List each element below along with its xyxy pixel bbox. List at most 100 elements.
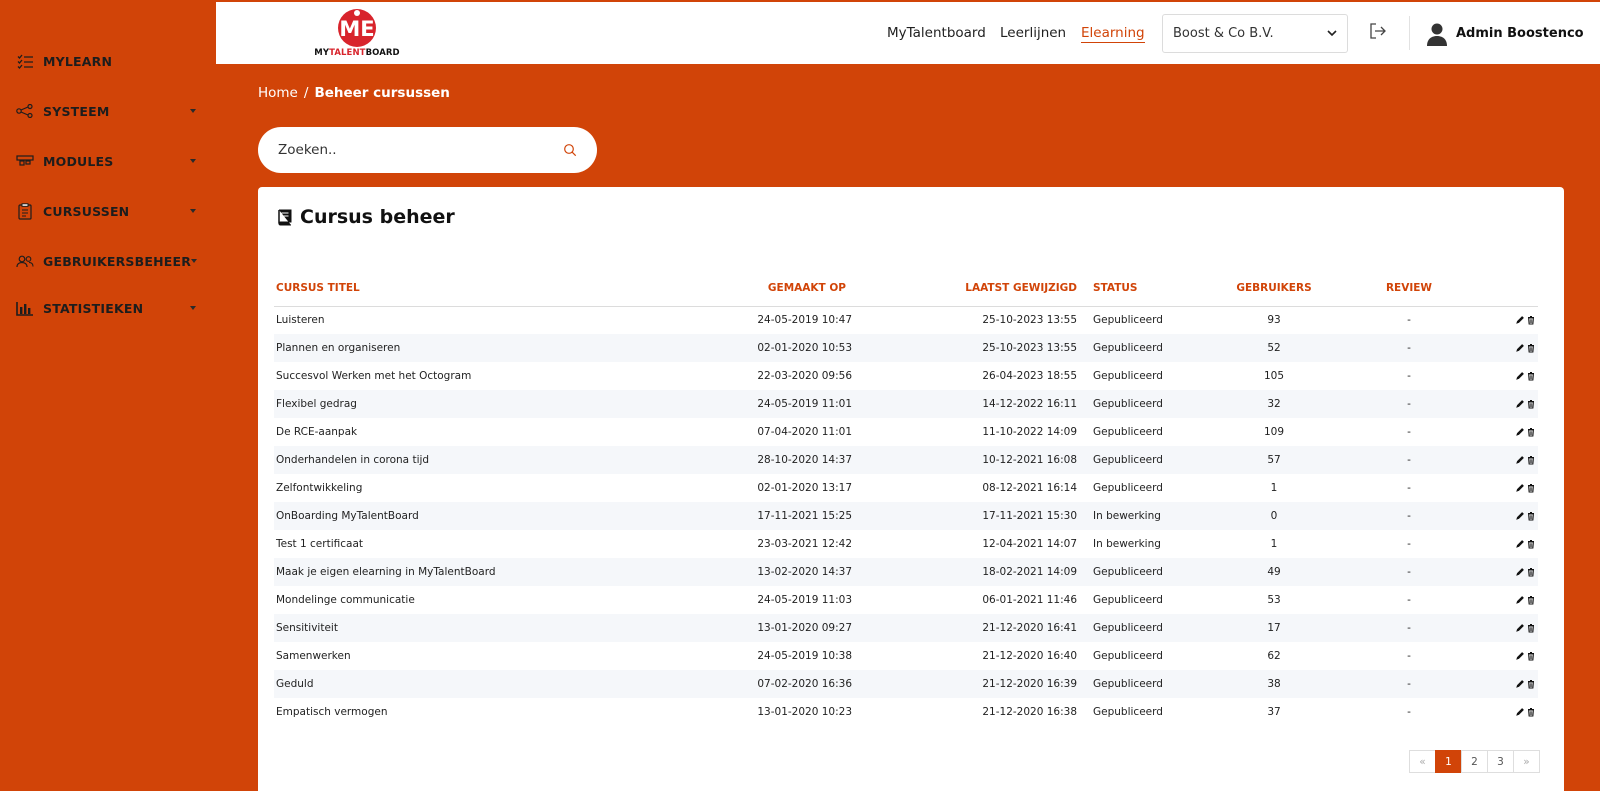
breadcrumb-home[interactable]: Home <box>258 85 298 101</box>
delete-icon[interactable] <box>1526 343 1536 353</box>
edit-icon[interactable] <box>1515 651 1525 661</box>
sidebar-item-mylearn[interactable]: MYLEARN <box>16 49 202 73</box>
chevron-down-icon <box>190 109 196 113</box>
delete-icon[interactable] <box>1526 623 1536 633</box>
delete-icon[interactable] <box>1526 511 1536 521</box>
nav-mytalentboard[interactable]: MyTalentboard <box>887 25 986 41</box>
cell-modified: 21-12-2020 16:41 <box>982 622 1077 634</box>
breadcrumb-current: Beheer cursussen <box>314 85 450 101</box>
cell-actions <box>1479 446 1538 474</box>
pagination-page-3[interactable]: 3 <box>1487 750 1514 773</box>
column-header-status[interactable]: STATUS <box>1079 282 1209 307</box>
cell-users: 1 <box>1270 538 1278 550</box>
avatar[interactable] <box>1426 22 1448 46</box>
cell-made: 24-05-2019 10:38 <box>757 650 852 662</box>
edit-icon[interactable] <box>1515 539 1525 549</box>
delete-icon[interactable] <box>1526 371 1536 381</box>
cell-status: Gepubliceerd <box>1093 342 1163 354</box>
edit-icon[interactable] <box>1515 511 1525 521</box>
table-row[interactable]: Geduld 07-02-2020 16:36 21-12-2020 16:39 Ge… <box>274 670 1538 698</box>
edit-icon[interactable] <box>1515 343 1525 353</box>
table-row[interactable]: De RCE-aanpak 07-04-2020 11:01 11-10-2022 … <box>274 418 1538 446</box>
edit-icon[interactable] <box>1515 567 1525 577</box>
table-row[interactable]: Plannen en organiseren 02-01-2020 10:53 25… <box>274 334 1538 362</box>
pagination-next[interactable]: » <box>1513 750 1540 773</box>
edit-icon[interactable] <box>1515 399 1525 409</box>
table-row[interactable]: Maak je eigen elearning in MyTalentBoard… <box>274 558 1538 586</box>
table-row[interactable]: Samenwerken 24-05-2019 10:38 21-12-2020 16… <box>274 642 1538 670</box>
table-row[interactable]: OnBoarding MyTalentBoard 17-11-2021 15:25… <box>274 502 1538 530</box>
pagination-page-1[interactable]: 1 <box>1435 750 1462 773</box>
delete-icon[interactable] <box>1526 399 1536 409</box>
sidebar-item-label: GEBRUIKERSBEHEER <box>43 253 192 269</box>
delete-icon[interactable] <box>1526 707 1536 717</box>
sidebar-item-cursussen[interactable]: CURSUSSEN <box>16 199 202 223</box>
edit-icon[interactable] <box>1515 623 1525 633</box>
table-row[interactable]: Luisteren 24-05-2019 10:47 25-10-2023 13:5… <box>274 306 1538 334</box>
cell-users: 57 <box>1267 454 1281 466</box>
cell-title: Flexibel gedrag <box>276 398 357 410</box>
edit-icon[interactable] <box>1515 315 1525 325</box>
edit-icon[interactable] <box>1515 707 1525 717</box>
cell-made: 24-05-2019 11:01 <box>757 398 852 410</box>
pagination-prev[interactable]: « <box>1409 750 1436 773</box>
table-row[interactable]: Sensitiviteit 13-01-2020 09:27 21-12-2020 … <box>274 614 1538 642</box>
cell-title: De RCE-aanpak <box>276 426 358 438</box>
cell-made: 02-01-2020 13:17 <box>757 482 852 494</box>
delete-icon[interactable] <box>1526 455 1536 465</box>
nav-leerlijnen[interactable]: Leerlijnen <box>1000 25 1066 41</box>
table-row[interactable]: Mondelinge communicatie 24-05-2019 11:03 0… <box>274 586 1538 614</box>
edit-icon[interactable] <box>1515 483 1525 493</box>
delete-icon[interactable] <box>1526 427 1536 437</box>
sidebar-item-systeem[interactable]: SYSTEEM <box>16 99 202 123</box>
column-header-review[interactable]: REVIEW <box>1339 282 1479 307</box>
column-header-modified[interactable]: LAATST GEWIJZIGD <box>854 282 1079 307</box>
table-row[interactable]: Empatisch vermogen 13-01-2020 10:23 21-12-… <box>274 698 1538 726</box>
table-row[interactable]: Onderhandelen in corona tijd 28-10-2020 1… <box>274 446 1538 474</box>
delete-icon[interactable] <box>1526 651 1536 661</box>
logout-icon[interactable] <box>1368 21 1388 41</box>
cell-made: 13-01-2020 10:23 <box>757 706 852 718</box>
sidebar-item-gebruikersbeheer[interactable]: GEBRUIKERSBEHEER <box>16 249 202 273</box>
cell-review: - <box>1407 538 1411 550</box>
column-header-users[interactable]: GEBRUIKERS <box>1209 282 1339 307</box>
cell-made: 24-05-2019 10:47 <box>757 314 852 327</box>
cell-title: Sensitiviteit <box>276 622 338 634</box>
sidebar-item-statistieken[interactable]: STATISTIEKEN <box>16 296 202 320</box>
delete-icon[interactable] <box>1526 595 1536 605</box>
organization-select[interactable]: Boost & Co B.V. <box>1162 14 1348 53</box>
sidebar-item-label: MYLEARN <box>43 53 113 69</box>
table-row[interactable]: Flexibel gedrag 24-05-2019 11:01 14-12-202… <box>274 390 1538 418</box>
cell-users: 93 <box>1267 314 1281 327</box>
nav-elearning[interactable]: Elearning <box>1081 25 1145 43</box>
delete-icon[interactable] <box>1526 679 1536 689</box>
edit-icon[interactable] <box>1515 455 1525 465</box>
edit-icon[interactable] <box>1515 595 1525 605</box>
sidebar-item-label: SYSTEEM <box>43 103 110 119</box>
search-icon[interactable] <box>563 143 577 157</box>
cell-review: - <box>1407 454 1411 466</box>
delete-icon[interactable] <box>1526 539 1536 549</box>
column-header-title[interactable]: CURSUS TITEL <box>274 282 704 307</box>
user-name[interactable]: Admin Boostenco <box>1456 26 1584 41</box>
search-input[interactable] <box>278 142 563 158</box>
pagination-page-2[interactable]: 2 <box>1461 750 1488 773</box>
edit-icon[interactable] <box>1515 371 1525 381</box>
table-row[interactable]: Zelfontwikkeling 02-01-2020 13:17 08-12-20… <box>274 474 1538 502</box>
courses-table: CURSUS TITEL GEMAAKT OP LAATST GEWIJZIGD… <box>274 282 1538 726</box>
edit-icon[interactable] <box>1515 679 1525 689</box>
edit-icon[interactable] <box>1515 427 1525 437</box>
table-header-row: CURSUS TITEL GEMAAKT OP LAATST GEWIJZIGD… <box>274 282 1538 307</box>
cell-modified: 10-12-2021 16:08 <box>982 454 1077 466</box>
cell-title: Test 1 certificaat <box>276 538 363 550</box>
table-row[interactable]: Succesvol Werken met het Octogram 22-03-2… <box>274 362 1538 390</box>
column-header-made[interactable]: GEMAAKT OP <box>704 282 854 307</box>
cell-actions <box>1479 334 1538 362</box>
delete-icon[interactable] <box>1526 567 1536 577</box>
cell-modified: 08-12-2021 16:14 <box>982 482 1077 494</box>
clipboard-icon <box>16 202 34 220</box>
table-row[interactable]: Test 1 certificaat 23-03-2021 12:42 12-04-… <box>274 530 1538 558</box>
delete-icon[interactable] <box>1526 483 1536 493</box>
sidebar-item-modules[interactable]: MODULES <box>16 149 202 173</box>
delete-icon[interactable] <box>1526 315 1536 325</box>
